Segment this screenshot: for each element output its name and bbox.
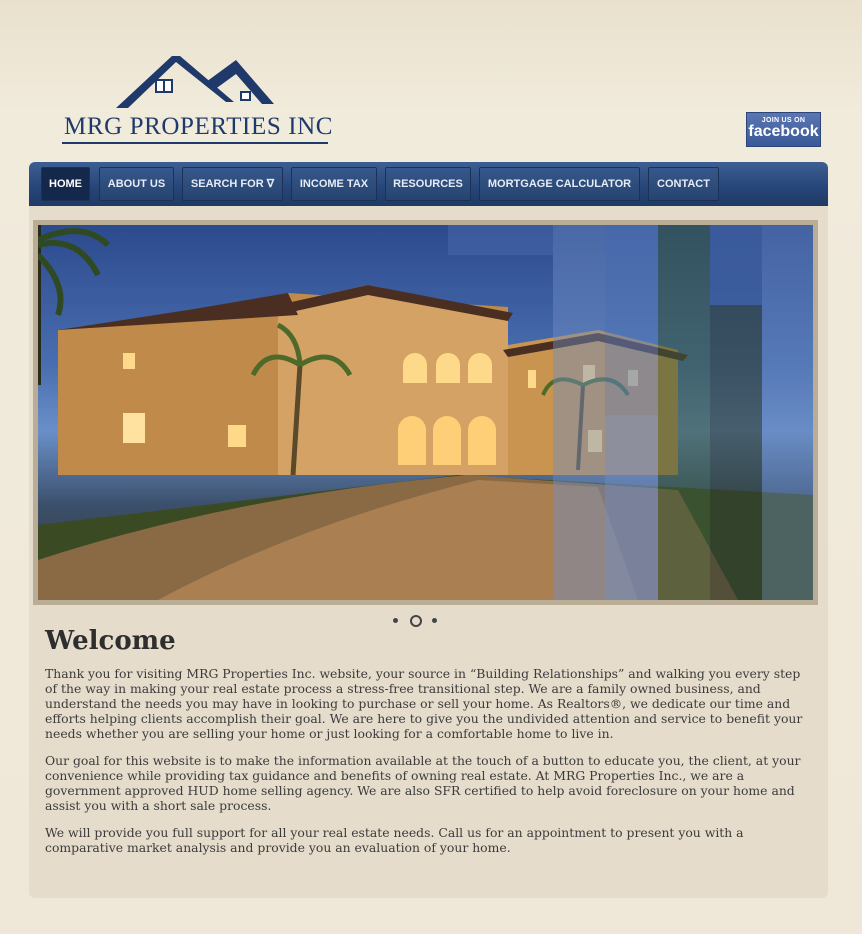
nav-item-about-us[interactable]: ABOUT US — [99, 167, 174, 201]
nav-item-home[interactable]: HOME — [41, 167, 90, 201]
facebook-logo-text: facebook — [748, 123, 819, 140]
goal-paragraph: Our goal for this website is to make the… — [45, 753, 801, 813]
slider-dot-1[interactable] — [393, 618, 398, 623]
nav-item-contact[interactable]: CONTACT — [648, 167, 719, 201]
main-nav: HOME ABOUT US SEARCH FOR ∇ INCOME TAX RE… — [29, 162, 828, 206]
logo-divider — [62, 142, 328, 144]
house-roof-icon — [116, 56, 274, 108]
facebook-join-button[interactable]: JOIN US ON facebook — [746, 112, 821, 147]
nav-item-search-for[interactable]: SEARCH FOR ∇ — [182, 167, 283, 201]
house-photo — [38, 225, 813, 600]
nav-item-income-tax[interactable]: INCOME TAX — [291, 167, 377, 201]
site-logo[interactable]: MRG PROPERTIES INC — [62, 52, 332, 148]
brand-name: MRG PROPERTIES INC — [64, 113, 334, 140]
nav-item-mortgage-calculator[interactable]: MORTGAGE CALCULATOR — [479, 167, 640, 201]
intro-paragraph: Thank you for visiting MRG Properties In… — [45, 666, 803, 741]
slider-dot-2[interactable] — [410, 615, 422, 627]
image-slider — [33, 220, 818, 605]
slider-dot-3[interactable] — [432, 618, 437, 623]
house-illustration — [38, 225, 813, 600]
page-title: Welcome — [45, 626, 176, 656]
support-paragraph: We will provide you full support for all… — [45, 825, 744, 855]
nav-item-resources[interactable]: RESOURCES — [385, 167, 471, 201]
slider-pagination — [390, 614, 440, 628]
